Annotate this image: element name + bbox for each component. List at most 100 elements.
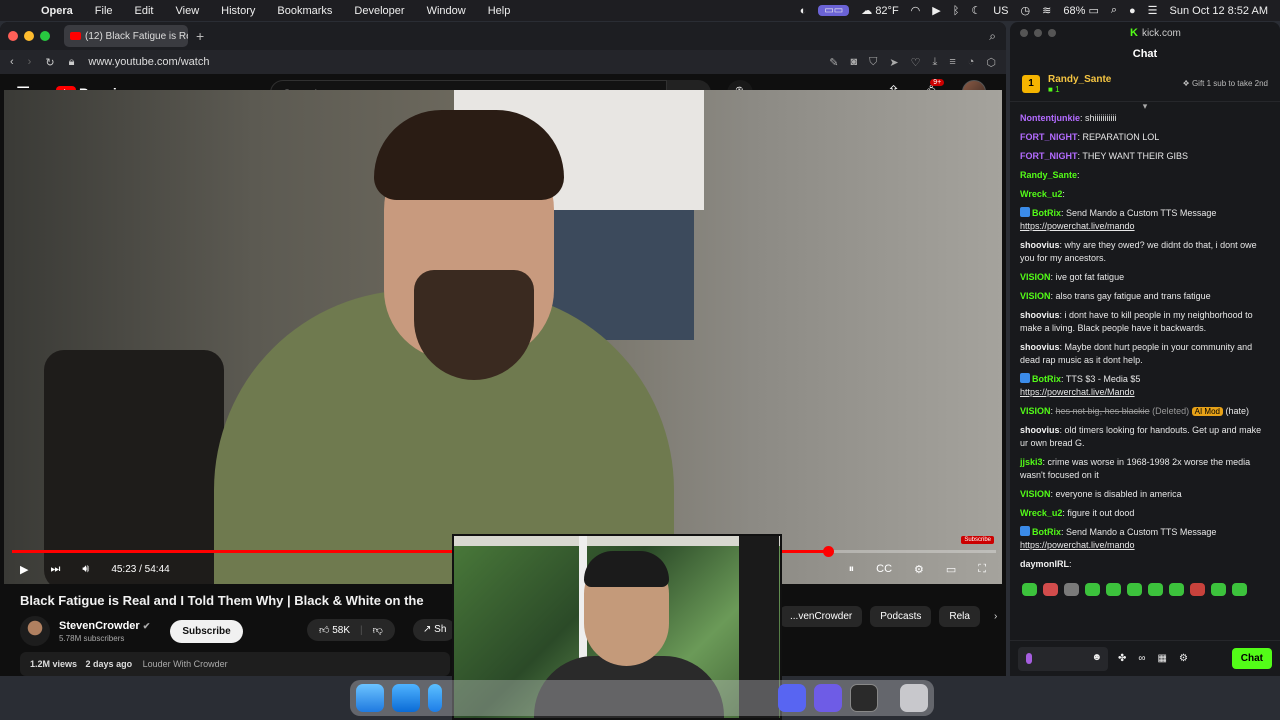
top-gifter-bar[interactable]: 1 Randy_Sante ■ 1 ❖ Gift 1 sub to take 2… xyxy=(1010,66,1280,102)
menu-history[interactable]: History xyxy=(210,5,266,17)
chat-username[interactable]: Randy_Sante xyxy=(1020,170,1077,180)
menu-opera[interactable]: Opera xyxy=(30,5,84,17)
emote-icon[interactable] xyxy=(1085,583,1100,596)
menu-edit[interactable]: Edit xyxy=(124,5,165,17)
video-player[interactable]: Subscribe ▶ ⏭ 🔊︎ 45:23 / 54:44 ⏸ CC ⚙ ▭ … xyxy=(4,90,1002,584)
sparkles-icon[interactable]: ✤ xyxy=(1118,653,1126,664)
chevron-right-icon[interactable]: › xyxy=(994,611,997,622)
status-app-icon[interactable]: ◐ xyxy=(800,5,807,17)
user-icon[interactable]: ● xyxy=(1129,5,1136,17)
chat-username[interactable]: VISION xyxy=(1020,272,1051,282)
emote-icon[interactable] xyxy=(1106,583,1121,596)
chat-link[interactable]: https://powerchat.live/Mando xyxy=(1020,387,1135,397)
extension-icon[interactable]: ⬡ xyxy=(986,56,996,69)
send-icon[interactable]: ➤ xyxy=(889,56,898,69)
shield-icon[interactable]: ⛉ xyxy=(869,56,877,69)
finder-icon[interactable] xyxy=(356,684,384,712)
spotlight-search-icon[interactable]: ⌕ xyxy=(1111,4,1117,17)
headphones-icon[interactable]: ◠ xyxy=(911,4,921,17)
emote-icon[interactable] xyxy=(1169,583,1184,596)
moon-icon[interactable]: ☾ xyxy=(971,4,981,17)
new-tab-button[interactable]: + xyxy=(196,28,204,44)
screen-share-icon[interactable]: ▭▭ xyxy=(818,5,850,16)
chat-username[interactable]: shoovius xyxy=(1020,342,1060,352)
channel-avatar[interactable] xyxy=(20,616,50,646)
emote-icon[interactable] xyxy=(1064,583,1079,596)
discord-icon[interactable] xyxy=(778,684,806,712)
bluetooth-icon[interactable]: ᛒ xyxy=(953,5,960,17)
chat-username[interactable]: BotRix xyxy=(1032,527,1061,537)
control-center-icon[interactable]: ☰ xyxy=(1148,4,1158,17)
gift-sub-prompt[interactable]: ❖ Gift 1 sub to take 2nd xyxy=(1183,79,1268,88)
messages-icon[interactable] xyxy=(814,684,842,712)
url-field[interactable]: www.youtube.com/watch xyxy=(88,56,209,68)
subscribe-button[interactable]: Subscribe xyxy=(170,619,243,643)
mail-icon[interactable] xyxy=(428,684,442,712)
play-button-icon[interactable]: ▶ xyxy=(20,563,28,576)
chat-username[interactable]: BotRix xyxy=(1032,374,1061,384)
clock-icon[interactable]: ◷ xyxy=(1021,4,1031,17)
chat-username[interactable]: BotRix xyxy=(1032,208,1061,218)
chat-link[interactable]: https://powerchat.live/mando xyxy=(1020,540,1135,550)
play-icon[interactable]: ▶ xyxy=(932,4,940,17)
download-icon[interactable]: ⤓ xyxy=(932,56,937,69)
edit-icon[interactable]: ✎ xyxy=(829,56,838,69)
chat-settings-gear-icon[interactable]: ⚙ xyxy=(1179,653,1188,664)
minimize-window-button[interactable] xyxy=(24,31,34,41)
chat-username[interactable]: FORT_NIGHT xyxy=(1020,132,1078,142)
weather-indicator[interactable]: ☁ 82°F xyxy=(861,4,898,17)
emote-icon[interactable] xyxy=(1232,583,1247,596)
menu-view[interactable]: View xyxy=(165,5,211,17)
emoji-icon[interactable]: ☻ xyxy=(1091,652,1102,663)
chat-zoom-button[interactable] xyxy=(1048,29,1056,37)
safari-icon[interactable] xyxy=(392,684,420,712)
chat-username[interactable]: daymonIRL xyxy=(1020,559,1069,569)
tab-search-icon[interactable]: ⌕ xyxy=(989,29,996,44)
chat-username[interactable]: jjski3 xyxy=(1020,457,1043,467)
dislike-button[interactable]: 👎︎ xyxy=(373,624,383,636)
autoplay-toggle-icon[interactable]: ⏸ xyxy=(849,563,855,576)
collapse-toggle-icon[interactable]: ▾ xyxy=(1010,102,1280,111)
emote-icon[interactable] xyxy=(1148,583,1163,596)
chat-minimize-button[interactable] xyxy=(1034,29,1042,37)
infinity-icon[interactable]: ∞ xyxy=(1138,653,1145,664)
share-button[interactable]: ↗ Sh xyxy=(413,619,457,641)
calendar-icon[interactable]: ▦ xyxy=(1158,653,1167,664)
subscribe-watermark[interactable]: Subscribe xyxy=(961,536,994,544)
forward-icon[interactable]: › xyxy=(28,56,32,68)
chat-username[interactable]: Wreck_u2 xyxy=(1020,508,1062,518)
menu-bookmarks[interactable]: Bookmarks xyxy=(266,5,343,17)
tab-youtube[interactable]: (12) Black Fatigue is Re... xyxy=(64,25,188,47)
progress-scrubber-handle[interactable] xyxy=(822,546,834,557)
captions-icon[interactable]: CC xyxy=(876,563,892,575)
chat-close-button[interactable] xyxy=(1020,29,1028,37)
emote-icon[interactable] xyxy=(1043,583,1058,596)
camera-icon[interactable]: ◙ xyxy=(850,56,857,69)
battery-indicator[interactable]: 68% ▭ xyxy=(1063,4,1099,17)
next-video-icon[interactable]: ⏭ xyxy=(50,563,60,576)
volume-icon[interactable]: 🔊︎ xyxy=(82,563,89,576)
description-tag[interactable]: Louder With Crowder xyxy=(143,659,228,669)
menu-file[interactable]: File xyxy=(84,5,124,17)
emote-icon[interactable] xyxy=(1022,583,1037,596)
emote-icon[interactable] xyxy=(1190,583,1205,596)
chat-username[interactable]: FORT_NIGHT xyxy=(1020,151,1078,161)
menu-developer[interactable]: Developer xyxy=(343,5,415,17)
chat-username[interactable]: Nontentjunkie xyxy=(1020,113,1080,123)
menubar-datetime[interactable]: Sun Oct 12 8:52 AM xyxy=(1170,5,1268,17)
send-chat-button[interactable]: Chat xyxy=(1231,648,1272,669)
chip-podcasts[interactable]: Podcasts xyxy=(870,606,932,627)
heart-icon[interactable]: ♡ xyxy=(911,56,921,69)
chat-username[interactable]: shoovius xyxy=(1020,240,1060,250)
like-button[interactable]: 👍︎ 58K xyxy=(319,624,350,636)
obs-icon[interactable] xyxy=(850,684,878,712)
chip-channel[interactable]: ...venCrowder xyxy=(780,606,863,627)
chat-username[interactable]: VISION xyxy=(1020,406,1051,416)
zoom-window-button[interactable] xyxy=(40,31,50,41)
chat-username[interactable]: VISION xyxy=(1020,489,1051,499)
menu-window[interactable]: Window xyxy=(416,5,477,17)
channel-name[interactable]: StevenCrowder ✔ xyxy=(59,620,150,632)
trash-icon[interactable] xyxy=(900,684,928,712)
keyboard-input-icon[interactable]: US xyxy=(993,5,1008,17)
microphone-icon[interactable] xyxy=(1026,652,1032,664)
